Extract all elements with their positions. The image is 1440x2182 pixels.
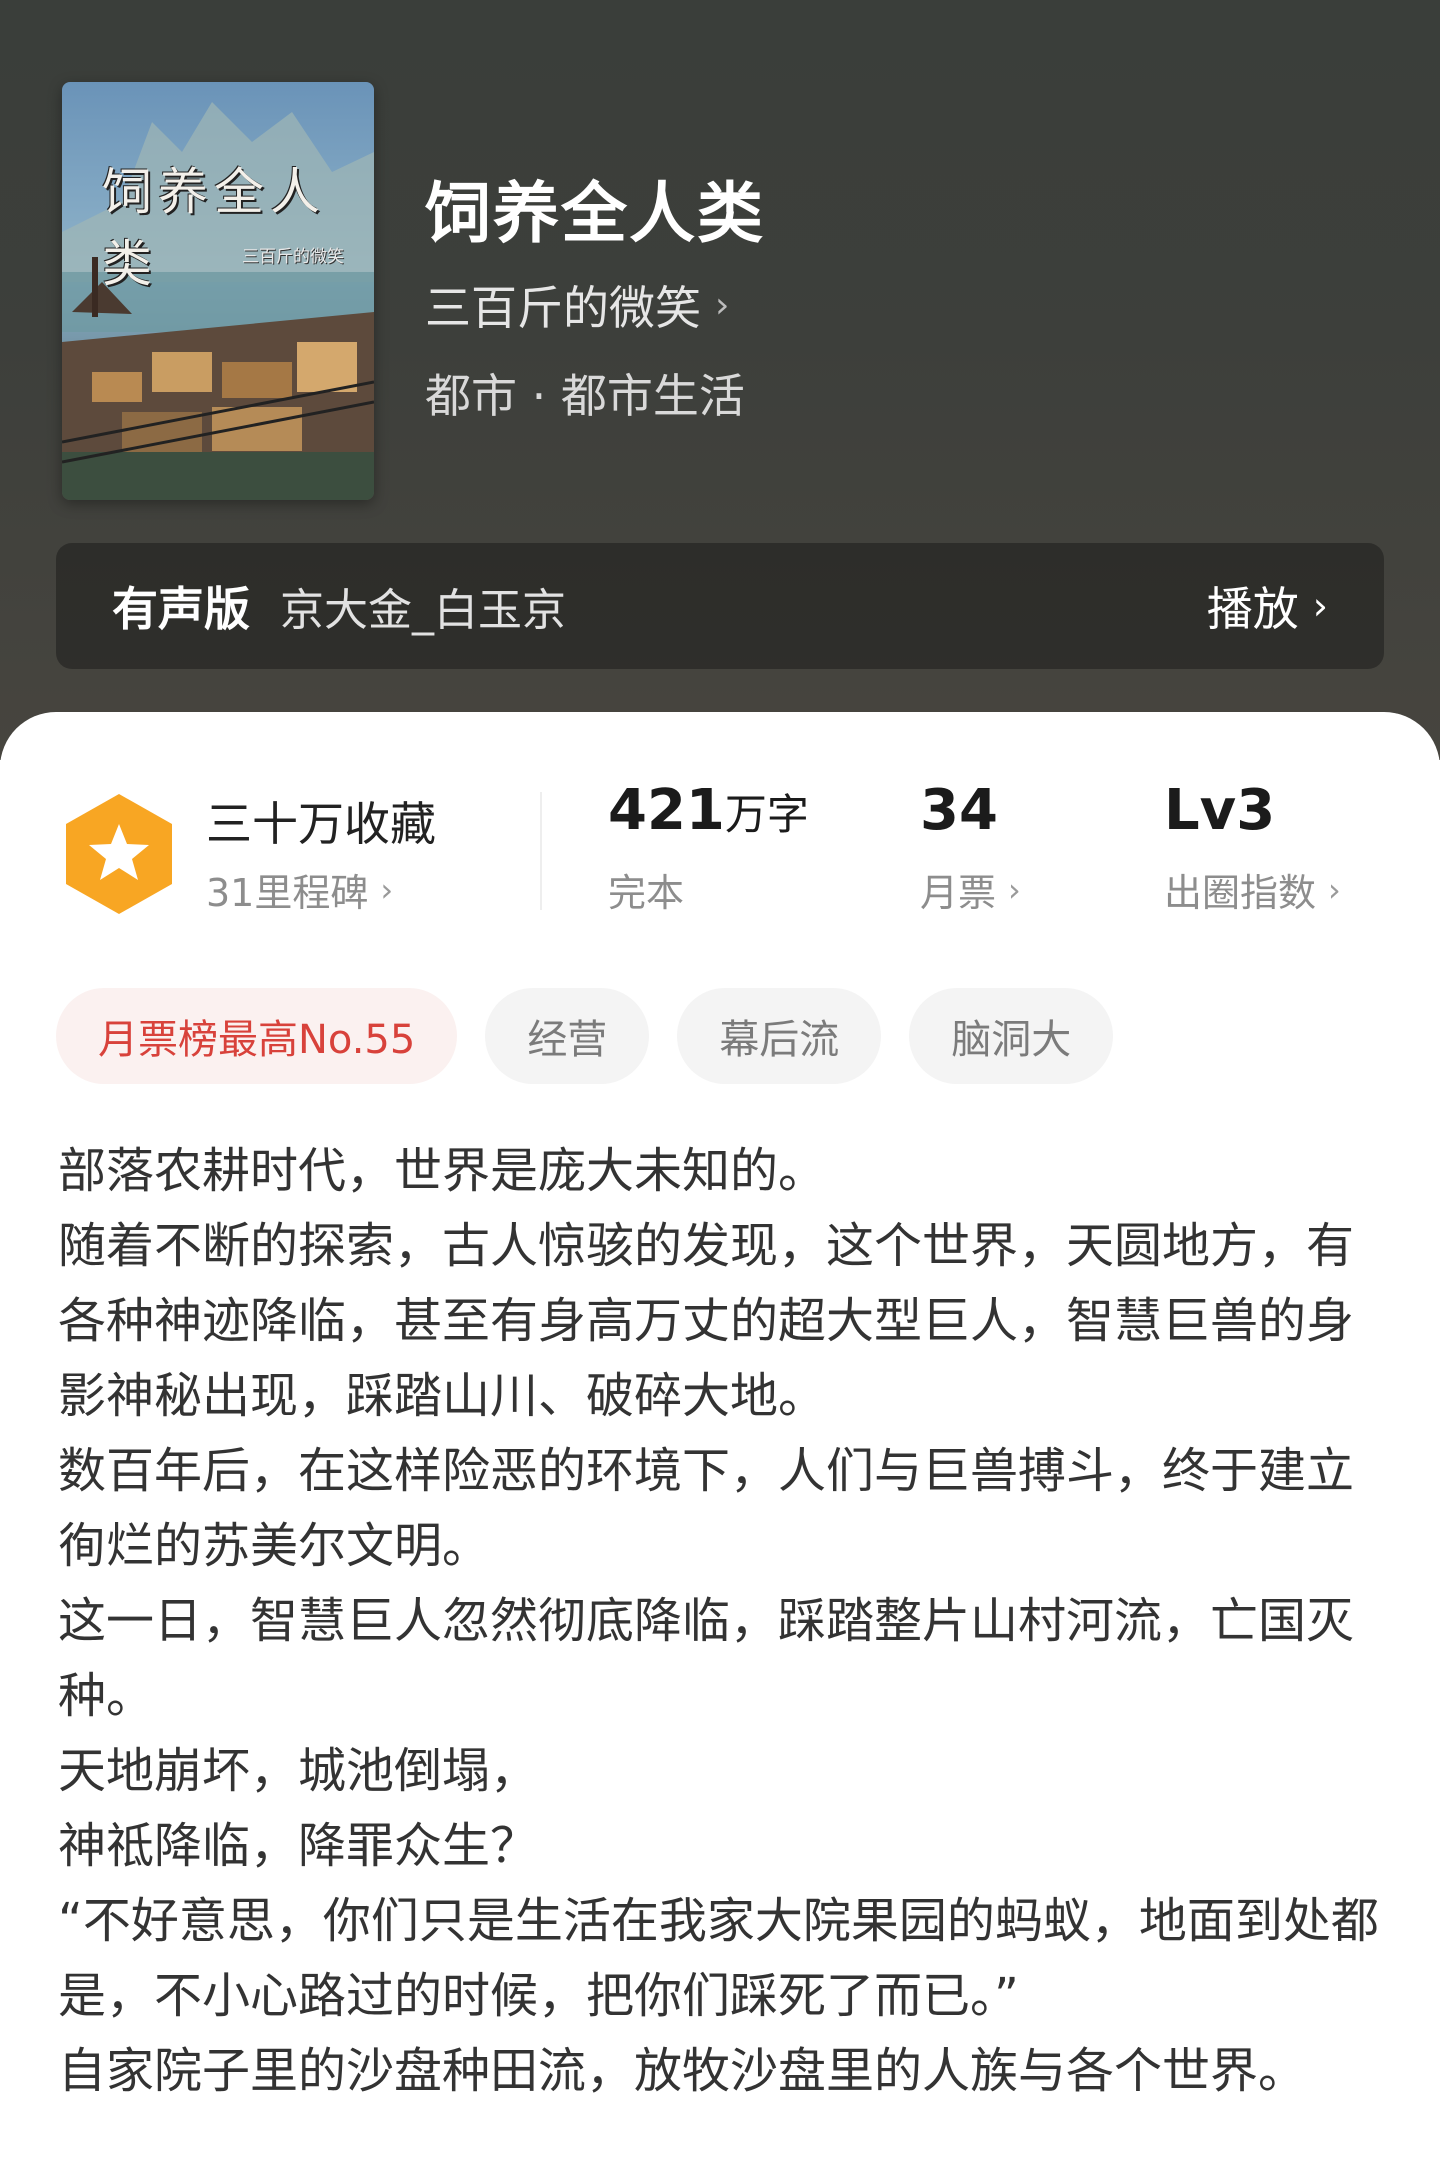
- book-description: 部落农耕时代，世界是庞大未知的。 随着不断的探索，古人惊骇的发现，这个世界，天圆…: [58, 1134, 1388, 2109]
- chevron-right-icon: ›: [380, 870, 394, 909]
- level-value: Lv3: [1164, 778, 1276, 843]
- milestones-label: 31里程碑: [206, 871, 369, 915]
- description-paragraph: “不好意思，你们只是生活在我家大院果园的蚂蚁，地面到处都是，不小心路过的时候，把…: [58, 1893, 1379, 2024]
- tag-list: 月票榜最高No.55 经营 幕后流 脑洞大: [56, 988, 1114, 1084]
- audio-narrator: 京大金_白玉京: [280, 585, 566, 636]
- monthly-votes-link[interactable]: 月票 ›: [920, 862, 1021, 917]
- status-label: 完本: [608, 862, 684, 917]
- tag-item[interactable]: 幕后流: [677, 988, 882, 1084]
- cover-title: 饲养全人类: [102, 163, 326, 293]
- monthly-votes-label: 月票: [920, 871, 997, 915]
- chevron-right-icon: ›: [1312, 584, 1328, 628]
- favorites-count: 三十万收藏: [206, 797, 436, 851]
- genre-label[interactable]: 都市 · 都市生活: [425, 360, 745, 426]
- book-title: 饲养全人类: [425, 174, 765, 252]
- author-name: 三百斤的微笑: [425, 281, 701, 335]
- milestones-link[interactable]: 31里程碑 ›: [206, 862, 393, 917]
- description-paragraph: 随着不断的探索，古人惊骇的发现，这个世界，天圆地方，有各种神迹降临，甚至有身高万…: [58, 1218, 1355, 1424]
- monthly-votes-count: 34: [920, 778, 998, 843]
- description-paragraph: 这一日，智慧巨人忽然彻底降临，踩踏整片山村河流，亡国灭种。: [58, 1593, 1355, 1724]
- audio-label: 有声版: [112, 582, 250, 636]
- word-count: 421万字: [608, 778, 809, 843]
- book-cover[interactable]: 饲养全人类 三百斤的微笑: [62, 82, 374, 500]
- audio-version-bar[interactable]: 有声版 京大金_白玉京 播放 ›: [56, 543, 1384, 669]
- description-paragraph: 自家院子里的沙盘种田流，放牧沙盘里的人族与各个世界。: [58, 2043, 1307, 2099]
- chevron-right-icon: ›: [715, 284, 730, 326]
- star-badge-icon: [66, 794, 172, 914]
- description-paragraph: 部落农耕时代，世界是庞大未知的。: [58, 1143, 827, 1199]
- tag-item[interactable]: 脑洞大: [909, 988, 1114, 1084]
- chevron-right-icon: ›: [1328, 870, 1341, 909]
- book-header: 饲养全人类 三百斤的微笑 饲养全人类 三百斤的微笑 › 都市 · 都市生活 有声…: [0, 0, 1440, 760]
- cover-author: 三百斤的微笑: [242, 247, 344, 267]
- play-label: 播放: [1206, 582, 1299, 636]
- description-paragraph: 天地崩坏，城池倒塌，: [58, 1743, 539, 1799]
- chevron-right-icon: ›: [1008, 870, 1021, 909]
- book-detail-sheet: 三十万收藏 31里程碑 › 421万字 完本 34 月票 › Lv3 出圈指数 …: [0, 712, 1440, 2182]
- word-count-unit: 万字: [724, 790, 809, 839]
- word-count-value: 421: [608, 778, 725, 843]
- description-paragraph: 数百年后，在这样险恶的环境下，人们与巨兽搏斗，终于建立徇烂的苏美尔文明。: [58, 1443, 1355, 1574]
- tag-ranking[interactable]: 月票榜最高No.55: [56, 988, 458, 1084]
- author-link[interactable]: 三百斤的微笑 ›: [425, 272, 729, 338]
- description-paragraph: 神祗降临，降罪众生？: [58, 1818, 539, 1874]
- status-text: 完本: [608, 871, 685, 915]
- stats-divider: [540, 792, 542, 910]
- level-link[interactable]: 出圈指数 ›: [1164, 862, 1341, 917]
- level-label: 出圈指数: [1164, 871, 1317, 915]
- play-button[interactable]: 播放 ›: [1207, 573, 1328, 639]
- tag-item[interactable]: 经营: [485, 988, 650, 1084]
